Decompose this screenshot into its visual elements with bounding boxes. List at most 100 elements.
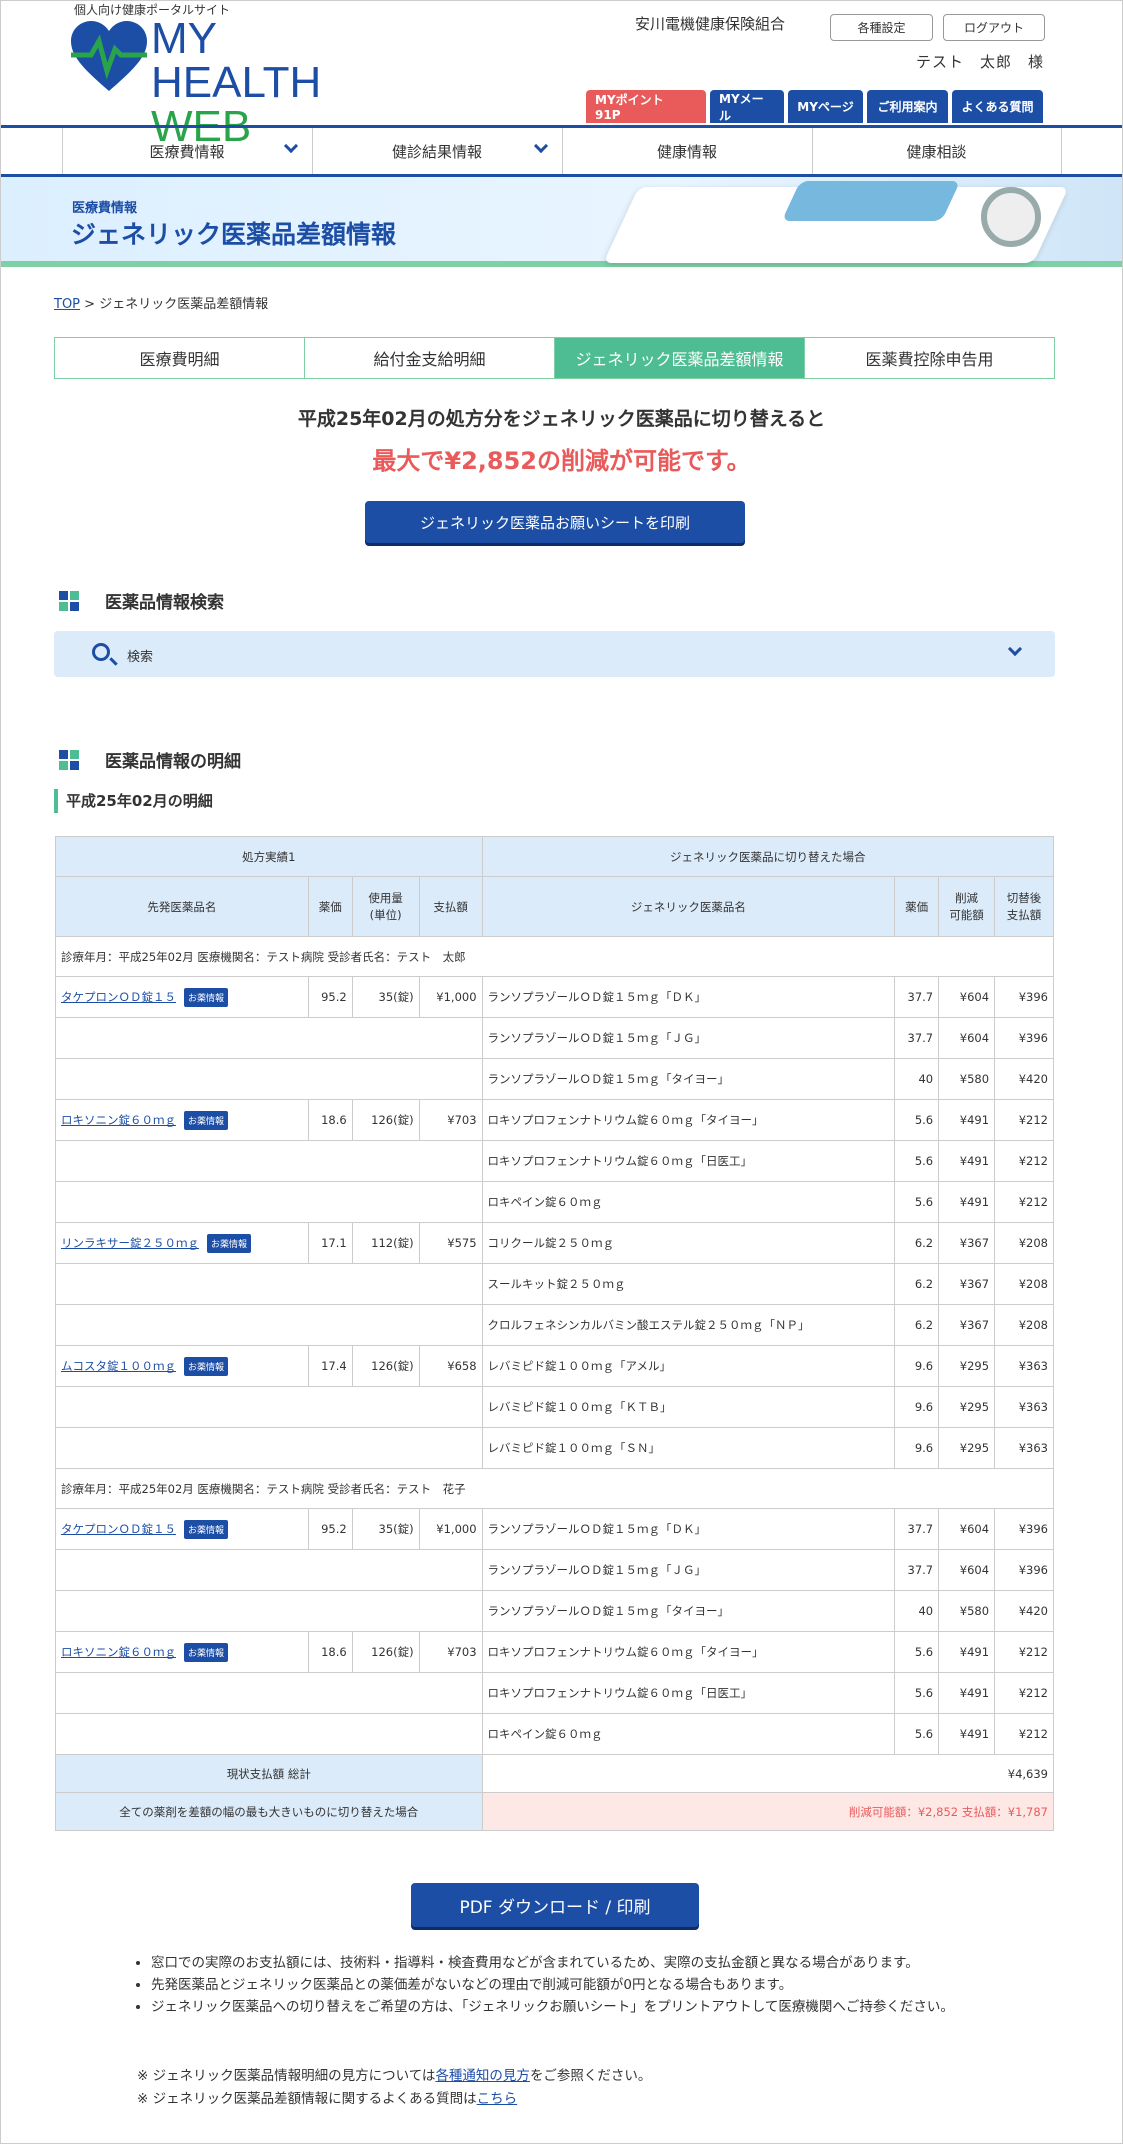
chevron-down-icon	[283, 138, 298, 154]
table-cell: 95.2	[307, 1508, 353, 1550]
table-cell: 5.6	[894, 1672, 940, 1714]
brand-drug-link[interactable]: タケプロンＯＤ錠１５	[61, 1522, 176, 1536]
table-cell: ¥363	[994, 1427, 1054, 1469]
empty-cell	[55, 1181, 483, 1223]
brand-drug-cell: リンラキサー錠２５０ｍｇ お薬情報	[55, 1222, 309, 1264]
table-cell: ¥491	[938, 1181, 996, 1223]
table-cell: 35(錠)	[351, 976, 420, 1018]
total-value: ¥4,639	[481, 1754, 1055, 1793]
brand-drug-cell: ロキソニン錠６０ｍｇ お薬情報	[55, 1099, 309, 1141]
footer-note: ※ ジェネリック医薬品差額情報に関するよくある質問はこちら	[137, 2088, 651, 2111]
table-cell: 18.6	[307, 1099, 353, 1141]
print-request-sheet-button[interactable]: ジェネリック医薬品お願いシートを印刷	[365, 501, 745, 543]
col-header: 薬価	[307, 876, 353, 937]
drug-info-badge[interactable]: お薬情報	[184, 987, 229, 1007]
gnav-medical-cost[interactable]: 医療費情報	[61, 128, 312, 174]
period-heading: 平成25年02月の明細	[54, 789, 213, 813]
generic-drug-name: ロキペイン錠６０ｍｇ	[481, 1181, 896, 1223]
switch-all-label: 全ての薬剤を差額の幅の最も大きいものに切り替えた場合	[55, 1792, 483, 1831]
table-cell: 112(錠)	[351, 1222, 420, 1264]
gnav-health-consult[interactable]: 健康相談	[811, 128, 1062, 174]
gnav-checkup[interactable]: 健診結果情報	[311, 128, 562, 174]
brand-drug-link[interactable]: タケプロンＯＤ錠１５	[61, 990, 176, 1004]
breadcrumb-current: ジェネリック医薬品差額情報	[99, 297, 269, 312]
table-cell: 5.6	[894, 1181, 940, 1223]
empty-cell	[55, 1304, 483, 1346]
table-cell: ¥367	[938, 1263, 996, 1305]
drug-info-badge[interactable]: お薬情報	[184, 1110, 229, 1130]
group-header-current: 処方実績1	[55, 836, 483, 877]
drug-info-badge[interactable]: お薬情報	[184, 1519, 229, 1539]
search-label: 検索	[127, 650, 154, 665]
table-cell: ¥575	[418, 1222, 483, 1264]
brand-drug-link[interactable]: ロキソニン錠６０ｍｇ	[61, 1645, 176, 1659]
tab-benefit-statement[interactable]: 給付金支給明細	[305, 338, 555, 378]
tab-medical-deduction[interactable]: 医薬費控除申告用	[805, 338, 1054, 378]
page-title: ジェネリック医薬品差額情報	[71, 220, 397, 249]
gnav-label: 健康相談	[906, 142, 967, 161]
generic-drug-name: ロキソプロフェンナトリウム錠６０ｍｇ「日医工」	[481, 1140, 896, 1182]
table-cell: ¥580	[938, 1058, 996, 1100]
site-logo[interactable]: MY HEALTH WEB	[71, 17, 391, 149]
drug-info-badge[interactable]: お薬情報	[184, 1642, 229, 1662]
table-cell: 37.7	[894, 1017, 940, 1059]
faq-button[interactable]: よくある質問	[952, 90, 1043, 123]
table-cell: ¥491	[938, 1140, 996, 1182]
table-cell: ¥212	[994, 1713, 1054, 1755]
table-cell: 37.7	[894, 1508, 940, 1550]
table-cell: 6.2	[894, 1263, 940, 1305]
col-header: 削減 可能額	[938, 876, 996, 937]
savings-highlight: 最大で¥2,852の削減が可能です。	[372, 447, 751, 475]
generic-drug-name: ランソプラゾールＯＤ錠１５ｍｇ「タイヨー」	[481, 1058, 896, 1100]
drug-info-badge[interactable]: お薬情報	[184, 1356, 229, 1376]
table-cell: ¥367	[938, 1222, 996, 1264]
notice-guide-link[interactable]: 各種通知の見方	[435, 2068, 530, 2084]
brand-drug-link[interactable]: ロキソニン錠６０ｍｇ	[61, 1113, 176, 1127]
my-mail-button[interactable]: MYメール	[710, 90, 784, 123]
usage-guide-button[interactable]: ご利用案内	[867, 90, 948, 123]
logout-button[interactable]: ログアウト	[943, 14, 1045, 41]
generic-drug-name: ロキペイン錠６０ｍｇ	[481, 1713, 896, 1755]
table-cell: 40	[894, 1058, 940, 1100]
table-cell: 35(錠)	[351, 1508, 420, 1550]
col-header: 切替後 支払額	[994, 876, 1054, 937]
generic-drug-name: スールキット錠２５０ｍｇ	[481, 1263, 896, 1305]
tab-medical-statement[interactable]: 医療費明細	[55, 338, 305, 378]
breadcrumb-top-link[interactable]: TOP	[54, 297, 80, 312]
search-accordion[interactable]: 検索	[54, 631, 1055, 677]
my-page-button[interactable]: MYページ	[788, 90, 863, 123]
generic-drug-name: ランソプラゾールＯＤ錠１５ｍｇ「ＪＧ」	[481, 1549, 896, 1591]
footer-text: ※ ジェネリック医薬品情報明細の見方については	[137, 2068, 436, 2084]
table-cell: 5.6	[894, 1099, 940, 1141]
table-cell: ¥363	[994, 1345, 1054, 1387]
table-cell: ¥295	[938, 1386, 996, 1428]
generic-drug-name: ランソプラゾールＯＤ錠１５ｍｇ「ＪＧ」	[481, 1017, 896, 1059]
patient-row: 診療年月：平成25年02月 医療機関名：テスト病院 受診者氏名：テスト 花子	[55, 1468, 1054, 1509]
brand-drug-link[interactable]: リンラキサー錠２５０ｍｇ	[61, 1236, 199, 1250]
pdf-download-print-button[interactable]: PDF ダウンロード / 印刷	[411, 1883, 699, 1927]
col-header: 薬価	[894, 876, 940, 937]
table-cell: ¥295	[938, 1345, 996, 1387]
header: 個人向け健康ポータルサイト MY HEALTH WEB 安川電機健康保険組合 各種…	[1, 1, 1122, 149]
table-cell: 126(錠)	[351, 1099, 420, 1141]
settings-button[interactable]: 各種設定	[830, 14, 933, 41]
table-cell: ¥580	[938, 1590, 996, 1632]
table-cell: 6.2	[894, 1304, 940, 1346]
table-cell: ¥396	[994, 976, 1054, 1018]
tab-generic-difference[interactable]: ジェネリック医薬品差額情報	[555, 338, 805, 378]
gnav-health-info[interactable]: 健康情報	[561, 128, 812, 174]
table-cell: 5.6	[894, 1631, 940, 1673]
drug-info-badge[interactable]: お薬情報	[207, 1233, 252, 1253]
note-item: ジェネリック医薬品への切り替えをご希望の方は、「ジェネリックお願いシート」をプリ…	[151, 1997, 971, 2018]
my-points-button[interactable]: MYポイント 91P	[586, 90, 706, 123]
empty-cell	[55, 1672, 483, 1714]
table-cell: ¥604	[938, 1017, 996, 1059]
brand-drug-cell: ロキソニン錠６０ｍｇ お薬情報	[55, 1631, 309, 1673]
table-cell: ¥604	[938, 1549, 996, 1591]
table-cell: ¥658	[418, 1345, 483, 1387]
lead-text: 平成25年02月の処方分をジェネリック医薬品に切り替えると	[297, 408, 826, 430]
faq-link[interactable]: こちら	[477, 2091, 518, 2107]
note-item: 先発医薬品とジェネリック医薬品との薬価差がないなどの理由で削減可能額が0円となる…	[151, 1975, 971, 1996]
brand-drug-link[interactable]: ムコスタ錠１００ｍｇ	[61, 1359, 176, 1373]
table-cell: 9.6	[894, 1427, 940, 1469]
